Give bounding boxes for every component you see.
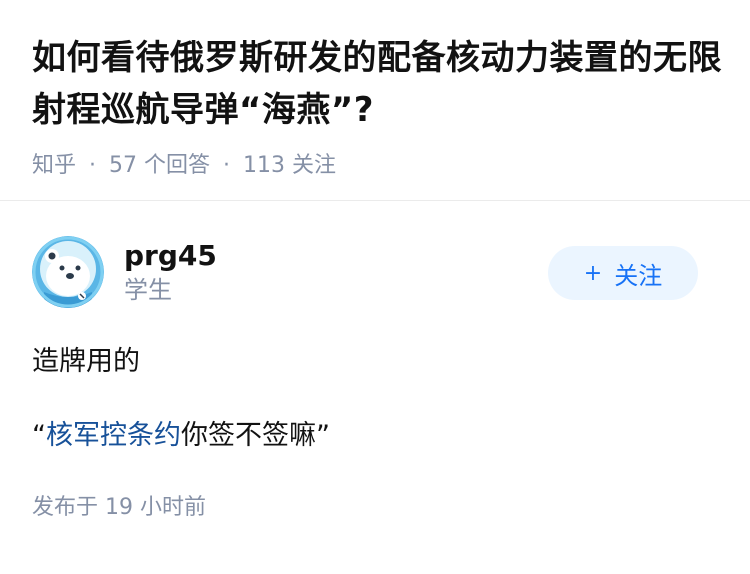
plus-icon: + [583, 260, 603, 286]
author-headline: 学生 [124, 276, 172, 304]
quote-mark: “ [32, 420, 46, 451]
avatar[interactable] [32, 236, 104, 308]
source-label[interactable]: 知乎 [32, 152, 76, 180]
author-info: prg45 学生 [124, 239, 217, 305]
meta-separator: · [223, 153, 231, 178]
meta-separator: · [89, 153, 97, 178]
publish-time: 发布于 19 小时前 [32, 495, 206, 520]
answer-content: 造牌用的 “核军控条约你签不签嘛” [32, 344, 718, 454]
question-header: 如何看待俄罗斯研发的配备核动力装置的无限射程巡航导弹“海燕”? 知乎 · 57 … [32, 32, 722, 180]
follower-count: 113 关注 [243, 153, 337, 178]
answer-paragraph: “核军控条约你签不签嘛” [32, 418, 718, 454]
answer-card: prg45 学生 + 关注 造牌用的 “核军控条约你签不签嘛” 发布于 19 小… [32, 236, 718, 522]
zhihu-answer-page: 如何看待俄罗斯研发的配备核动力装置的无限射程巡航导弹“海燕”? 知乎 · 57 … [0, 0, 750, 574]
follow-button-label: 关注 [614, 261, 663, 290]
author-name[interactable]: prg45 [124, 239, 217, 273]
treaty-link[interactable]: 核军控条约 [46, 420, 181, 451]
question-title[interactable]: 如何看待俄罗斯研发的配备核动力装置的无限射程巡航导弹“海燕”? [32, 32, 722, 136]
section-divider [0, 200, 750, 201]
answer-count[interactable]: 57 个回答 [109, 152, 210, 180]
polar-bear-astronaut-icon [32, 236, 104, 308]
author-row: prg45 学生 + 关注 [32, 236, 718, 308]
answer-text: 你签不签嘛” [181, 420, 330, 451]
question-meta: 知乎 · 57 个回答 · 113 关注 [32, 152, 722, 180]
follow-button[interactable]: + 关注 [548, 246, 698, 300]
answer-paragraph: 造牌用的 [32, 346, 140, 377]
